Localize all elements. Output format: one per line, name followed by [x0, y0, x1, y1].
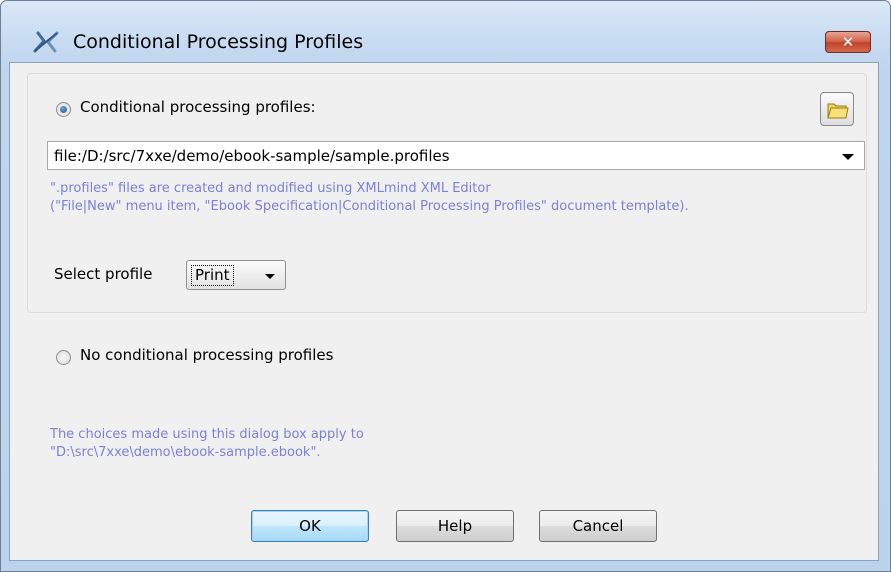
- folder-icon: [827, 103, 849, 119]
- profiles-file-combobox[interactable]: file:/D:/src/7xxe/demo/ebook-sample/samp…: [47, 141, 865, 170]
- profiles-file-value[interactable]: file:/D:/src/7xxe/demo/ebook-sample/samp…: [54, 147, 450, 165]
- info-line2: "D:\src\7xxe\demo\ebook-sample.ebook".: [50, 445, 321, 460]
- close-button[interactable]: ✕: [825, 31, 871, 53]
- info-line1: The choices made using this dialog box a…: [50, 427, 364, 442]
- xmlmind-app-icon: [33, 31, 59, 53]
- profiles-radio-label[interactable]: Conditional processing profiles:: [80, 98, 316, 116]
- chevron-down-icon[interactable]: [265, 274, 275, 279]
- close-icon: ✕: [841, 33, 855, 51]
- help-button[interactable]: Help: [396, 510, 514, 542]
- chevron-down-icon[interactable]: [842, 154, 854, 160]
- profiles-hint-line1: ".profiles" files are created and modifi…: [50, 181, 491, 196]
- ok-button[interactable]: OK: [251, 510, 369, 542]
- no-profiles-radio-label[interactable]: No conditional processing profiles: [80, 346, 333, 364]
- no-profiles-radio[interactable]: [56, 350, 71, 365]
- profiles-radio[interactable]: [56, 102, 71, 117]
- cancel-button[interactable]: Cancel: [539, 510, 657, 542]
- window-title: Conditional Processing Profiles: [73, 31, 364, 53]
- profiles-hint-line2: ("File|New" menu item, "Ebook Specificat…: [50, 199, 689, 214]
- profile-select[interactable]: Print: [186, 260, 286, 290]
- profile-select-value[interactable]: Print: [191, 265, 234, 286]
- select-profile-label: Select profile: [54, 265, 153, 283]
- browse-folder-button[interactable]: [820, 92, 854, 126]
